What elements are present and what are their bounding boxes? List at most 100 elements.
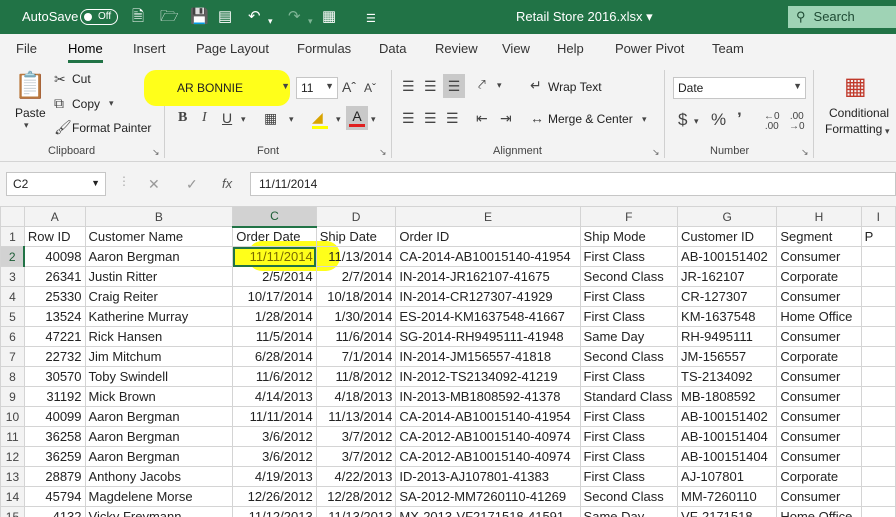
row-header[interactable]: 4 [0,286,25,307]
cell[interactable]: AJ-107801 [677,466,778,487]
cell[interactable]: First Class [579,286,679,307]
accounting-format-icon[interactable]: $ [678,110,687,130]
cell[interactable]: First Class [579,406,679,427]
redo-icon[interactable]: ↷ [288,8,301,26]
cell[interactable] [860,266,896,287]
cell[interactable]: VF-2171518 [677,506,778,517]
cell[interactable]: IN-2014-JM156557-41818 [395,346,581,367]
header-cell[interactable]: Order Date [232,226,317,247]
cell[interactable]: IN-2014-CR127307-41929 [395,286,581,307]
cell[interactable]: Consumer [776,366,862,387]
cell[interactable] [860,326,896,347]
cell[interactable]: 3/6/2012 [232,446,317,467]
save-icon[interactable]: 💾 [190,8,209,26]
orientation-icon[interactable]: ⤤ [478,76,486,93]
cell[interactable]: First Class [579,446,679,467]
paste-dropdown-icon[interactable]: ▾ [24,120,29,131]
cell[interactable]: 11/12/2013 [232,506,317,517]
print-preview-icon[interactable]: ▤ [218,8,232,26]
cell[interactable]: AB-100151402 [677,246,778,267]
cell[interactable]: Second Class [579,346,679,367]
cell[interactable]: Aaron Bergman [84,246,234,267]
cell[interactable]: 11/11/2014 [232,406,317,427]
row-header[interactable]: 7 [0,346,25,367]
cell[interactable]: 7/1/2014 [315,346,397,367]
cell[interactable]: RH-9495111 [677,326,778,347]
cell[interactable]: Home Office [776,306,862,327]
align-left-icon[interactable]: ☰ [402,110,415,127]
header-cell[interactable]: Ship Date [315,226,397,247]
column-header-c[interactable]: C [232,206,317,228]
cell[interactable]: 26341 [23,266,86,287]
cell[interactable]: SG-2014-RH9495111-41948 [395,326,581,347]
column-header-g[interactable]: G [677,206,778,227]
cell[interactable]: Consumer [776,426,862,447]
header-cell[interactable]: P [860,226,896,247]
form-icon[interactable]: ▦ [322,8,336,26]
column-header-b[interactable]: B [84,206,234,227]
cell[interactable] [860,386,896,407]
insert-function-icon[interactable]: fx [222,176,232,191]
cell[interactable]: 30570 [23,366,86,387]
conditional-formatting-dropdown-icon[interactable]: ▾ [885,126,890,137]
cell[interactable] [860,466,896,487]
cell[interactable]: Anthony Jacobs [84,466,234,487]
cell[interactable]: 4/18/2013 [315,386,397,407]
cell[interactable]: 10/18/2014 [315,286,397,307]
cell[interactable]: Toby Swindell [84,366,234,387]
cell[interactable]: 45794 [23,486,86,507]
cell[interactable]: Corporate [776,266,862,287]
cell[interactable]: 12/26/2012 [232,486,317,507]
wrap-text-button[interactable]: Wrap Text [548,80,602,94]
cell[interactable]: 4/19/2013 [232,466,317,487]
cell[interactable]: First Class [579,246,679,267]
tab-data[interactable]: Data [379,41,406,56]
cell[interactable]: AB-100151404 [677,426,778,447]
cell[interactable]: 10/17/2014 [232,286,317,307]
cell[interactable] [860,486,896,507]
cell[interactable]: 3/6/2012 [232,426,317,447]
cell[interactable] [860,286,896,307]
cell[interactable]: JM-156557 [677,346,778,367]
search-box[interactable]: ⚲ Search [788,6,896,28]
cell[interactable] [860,346,896,367]
column-header-e[interactable]: E [395,206,581,227]
cell[interactable]: Craig Reiter [84,286,234,307]
font-name-dropdown[interactable]: AR BONNIE ▼ [172,77,294,99]
cell[interactable]: First Class [579,466,679,487]
cell[interactable]: Standard Class [579,386,679,407]
header-cell[interactable]: Order ID [395,226,581,247]
tab-power-pivot[interactable]: Power Pivot [615,41,684,56]
select-all-corner[interactable] [0,206,25,227]
cell[interactable]: IN-2014-JR162107-41675 [395,266,581,287]
cell[interactable]: Home Office [776,506,862,517]
cell[interactable]: 12/28/2012 [315,486,397,507]
column-header-h[interactable]: H [776,206,862,227]
cell[interactable]: MX-2013-VF2171518-41591 [395,506,581,517]
cell[interactable]: Second Class [579,486,679,507]
cell[interactable]: KM-1637548 [677,306,778,327]
cut-button[interactable]: Cut [72,72,91,86]
cell[interactable]: Aaron Bergman [84,446,234,467]
accounting-dropdown-icon[interactable]: ▾ [694,116,699,127]
cell[interactable]: 4/14/2013 [232,386,317,407]
cell[interactable]: 13524 [23,306,86,327]
cell[interactable]: 11/6/2012 [232,366,317,387]
conditional-formatting-label-1[interactable]: Conditional [829,106,889,120]
document-title[interactable]: Retail Store 2016.xlsx ▾ [516,9,653,25]
cell[interactable]: 22732 [23,346,86,367]
tab-page-layout[interactable]: Page Layout [196,41,269,56]
cell[interactable]: 25330 [23,286,86,307]
header-cell[interactable]: Segment [776,226,862,247]
cell[interactable]: 47221 [23,326,86,347]
row-header[interactable]: 10 [0,406,25,427]
tab-formulas[interactable]: Formulas [297,41,351,56]
cell[interactable]: Corporate [776,346,862,367]
cell[interactable]: MM-7260110 [677,486,778,507]
decrease-decimal-icon[interactable]: .00 →0 [789,112,805,132]
cell[interactable]: Justin Ritter [84,266,234,287]
row-header[interactable]: 5 [0,306,25,327]
column-header-a[interactable]: A [23,206,86,227]
cell[interactable]: Consumer [776,446,862,467]
name-box[interactable]: C2 ▼ [6,172,106,196]
